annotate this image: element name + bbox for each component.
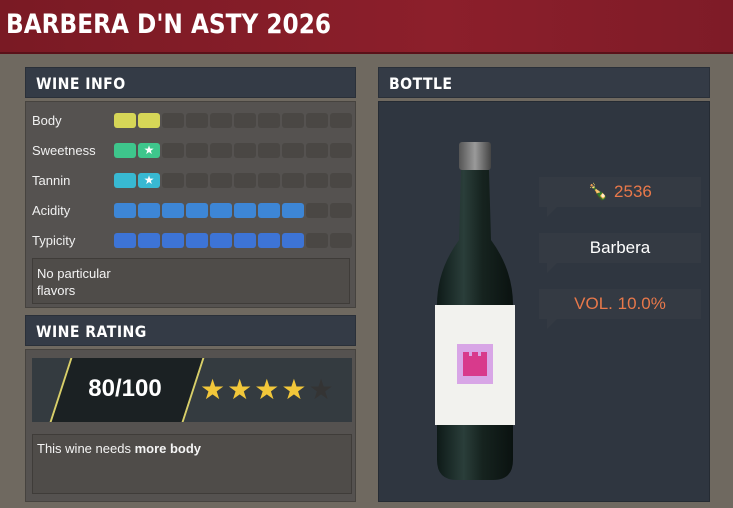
bottle-count-tag: 🍾 2536 — [539, 177, 701, 217]
bar-segment — [282, 203, 304, 218]
rating-message-prefix: This wine needs — [37, 441, 135, 456]
bar-segment — [282, 143, 304, 158]
bar-segment — [162, 113, 184, 128]
bar-segment — [234, 113, 256, 128]
bar-segment — [162, 203, 184, 218]
bar-segment — [282, 233, 304, 248]
bottle-count: 2536 — [614, 182, 652, 201]
wine-info-heading: WINE INFO — [36, 74, 126, 93]
bar-segment — [114, 113, 136, 128]
star-icon: ★ — [308, 374, 334, 405]
bar-segment — [234, 233, 256, 248]
bar-segment — [258, 203, 280, 218]
wine-rating-heading: WINE RATING — [36, 322, 147, 341]
attribute-bar: ★ — [114, 173, 352, 188]
star-icon: ★ — [254, 374, 280, 405]
volume-tag: VOL. 10.0% — [539, 289, 701, 329]
attribute-label: Typicity — [32, 233, 76, 248]
flavor-box: No particular flavors — [32, 258, 350, 304]
bar-segment — [138, 113, 160, 128]
star-icon: ★ — [281, 374, 307, 405]
bar-segment — [258, 233, 280, 248]
attribute-row: Typicity — [32, 233, 352, 249]
attribute-label: Tannin — [32, 173, 71, 188]
wine-title: BARBERA D'N ASTY 2026 — [6, 9, 332, 40]
bar-segment — [186, 113, 208, 128]
star-icon: ★ — [227, 374, 253, 405]
grape-name: Barbera — [589, 238, 651, 257]
attribute-label: Sweetness — [32, 143, 96, 158]
bar-segment — [258, 113, 280, 128]
attribute-bar — [114, 233, 352, 248]
bar-segment — [186, 143, 208, 158]
bar-segment — [330, 113, 352, 128]
castle-icon — [463, 352, 487, 376]
bottle-header: BOTTLE — [378, 67, 710, 98]
bar-segment — [162, 173, 184, 188]
wine-bottle-image — [435, 142, 515, 480]
bar-segment — [210, 233, 232, 248]
bar-segment — [162, 143, 184, 158]
bar-segment — [138, 203, 160, 218]
bottle-panel: 🍾 2536 Barbera VOL. 10.0% — [378, 101, 710, 502]
bar-segment — [162, 233, 184, 248]
alcohol-volume: VOL. 10.0% — [574, 294, 666, 313]
attribute-row: Tannin ★ — [32, 173, 352, 189]
bar-segment — [330, 233, 352, 248]
bar-segment — [306, 233, 328, 248]
bar-segment — [114, 143, 136, 158]
flavor-text: No particular flavors — [37, 266, 111, 298]
bar-segment — [138, 233, 160, 248]
star-rating: ★ ★ ★ ★ ★ — [200, 376, 334, 404]
bottle-heading: BOTTLE — [389, 74, 453, 93]
wine-info-header: WINE INFO — [25, 67, 356, 98]
attribute-label: Body — [32, 113, 62, 128]
star-icon: ★ — [200, 374, 226, 405]
bar-segment — [306, 143, 328, 158]
bar-segment — [282, 173, 304, 188]
attribute-bar: ★ — [114, 143, 352, 158]
score-banner: 80/100 ★ ★ ★ ★ ★ — [32, 358, 352, 422]
bar-segment — [210, 113, 232, 128]
attribute-row: Acidity — [32, 203, 352, 219]
bar-segment — [234, 143, 256, 158]
bar-segment — [258, 143, 280, 158]
bar-segment — [234, 173, 256, 188]
bar-segment — [306, 203, 328, 218]
bar-segment — [306, 173, 328, 188]
wine-info-panel: Body Sweetness ★ Tannin ★ Acidity Typicity No … — [25, 101, 356, 308]
bar-segment — [234, 203, 256, 218]
star-icon: ★ — [138, 143, 160, 158]
bar-segment — [330, 203, 352, 218]
wine-rating-header: WINE RATING — [25, 315, 356, 346]
attribute-label: Acidity — [32, 203, 71, 218]
title-bar: BARBERA D'N ASTY 2026 — [0, 0, 733, 54]
bar-segment — [114, 203, 136, 218]
rating-message: This wine needs more body — [32, 434, 352, 494]
bar-segment — [186, 233, 208, 248]
bar-segment — [210, 203, 232, 218]
bar-segment — [114, 173, 136, 188]
grape-tag: Barbera — [539, 233, 701, 273]
wine-rating-panel: 80/100 ★ ★ ★ ★ ★ This wine needs more body — [25, 349, 356, 502]
bar-segment — [186, 173, 208, 188]
bar-segment — [210, 173, 232, 188]
attribute-row: Sweetness ★ — [32, 143, 352, 159]
star-icon: ★ — [138, 173, 160, 188]
attribute-row: Body — [32, 113, 352, 129]
bottles-icon: 🍾 — [588, 184, 609, 201]
bar-segment — [306, 113, 328, 128]
attribute-bar — [114, 203, 352, 218]
bar-segment — [114, 233, 136, 248]
bar-segment — [258, 173, 280, 188]
attribute-bar — [114, 113, 352, 128]
bar-segment — [186, 203, 208, 218]
bar-segment — [330, 143, 352, 158]
bar-segment — [210, 143, 232, 158]
rating-message-bold: more body — [134, 441, 202, 456]
bar-segment — [282, 113, 304, 128]
score-value: 80/100 — [88, 375, 162, 402]
bar-segment — [330, 173, 352, 188]
